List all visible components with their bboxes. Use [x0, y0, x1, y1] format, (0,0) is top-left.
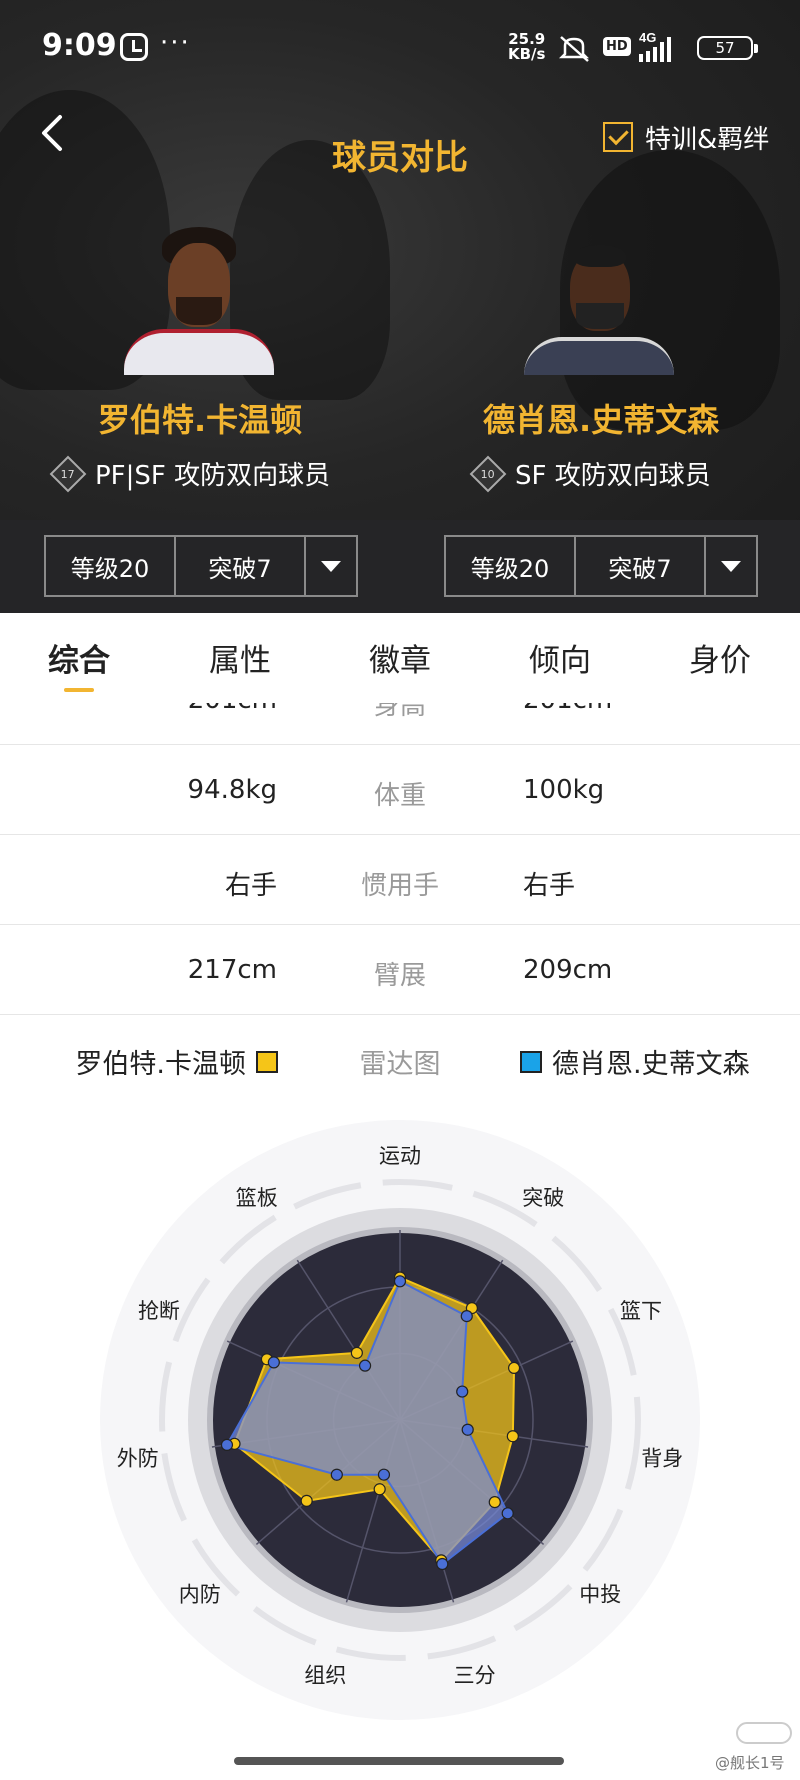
radar-axis-label: 内防 — [179, 1583, 221, 1607]
tab-indicator — [64, 688, 94, 692]
training-toggle[interactable]: 特训&羁绊 — [603, 120, 770, 155]
stat-label-wingspan: 臂展 — [373, 961, 426, 991]
radar-point-series2-8 — [220, 1438, 234, 1451]
player2-position: 10 SF 攻防双向球员 — [469, 455, 711, 492]
radar-point-series1-4 — [488, 1496, 501, 1509]
legend-player2-swatch — [520, 1050, 542, 1073]
radar-point-series2-6 — [377, 1468, 391, 1481]
player2-position-text: SF 攻防双向球员 — [515, 461, 711, 491]
tab-tendencies[interactable]: 倾向 — [505, 635, 615, 680]
radar-point-series2-2 — [456, 1385, 469, 1398]
player2-level[interactable]: 等级20 — [446, 537, 576, 595]
radar-point-series2-4 — [501, 1507, 514, 1520]
stat-row-weight: 94.8kg 体重 100kg — [0, 745, 800, 835]
radar-legend: 罗伯特.卡温顿 雷达图 德肖恩.史蒂文森 — [0, 1020, 800, 1100]
radar-point-series1-6 — [373, 1483, 386, 1496]
net-speed: 25.9 KB/s — [508, 32, 545, 62]
watermark: @舰长1号 — [715, 1754, 785, 1772]
player2-hand: 右手 — [523, 871, 576, 901]
tab-overview[interactable]: 综合 — [24, 635, 134, 680]
player2-name: 德肖恩.史蒂文森 — [483, 401, 720, 439]
radar-axis-label: 篮板 — [236, 1186, 278, 1210]
signal-icon: 4G — [639, 30, 671, 62]
status-bar: 9:09 ··· 25.9 KB/s HD 4G 57 — [0, 0, 800, 95]
selector-bar: 等级20 突破7 等级20 突破7 — [0, 520, 800, 613]
jersey-number-badge: 17 — [49, 455, 87, 492]
player1-name: 罗伯特.卡温顿 — [98, 401, 303, 439]
home-indicator[interactable] — [234, 1757, 564, 1765]
net-speed-unit: KB/s — [508, 45, 546, 63]
stat-label-hand: 惯用手 — [360, 871, 439, 901]
radar-point-series1-2 — [507, 1361, 521, 1375]
training-toggle-label: 特训&羁绊 — [645, 124, 770, 155]
legend-player2-name: 德肖恩.史蒂文森 — [552, 1049, 750, 1080]
stat-row-hand: 右手 惯用手 右手 — [0, 835, 800, 925]
radar-point-series1-7 — [300, 1494, 313, 1507]
player2-wingspan: 209cm — [523, 955, 613, 985]
player1-breakthrough[interactable]: 突破7 — [176, 537, 306, 595]
tab-attributes[interactable]: 属性 — [185, 635, 295, 680]
player2-dropdown[interactable] — [706, 537, 756, 595]
player1-position-text: PF|SF 攻防双向球员 — [95, 461, 331, 491]
radar-point-series1-3 — [506, 1430, 519, 1443]
status-time: 9:09 — [42, 28, 117, 63]
radar-axis-label: 抢断 — [138, 1299, 180, 1323]
legend-player2: 德肖恩.史蒂文森 — [520, 1042, 750, 1081]
network-type: 4G — [639, 30, 656, 45]
jersey-number-badge: 10 — [469, 455, 507, 492]
player-header: 9:09 ··· 25.9 KB/s HD 4G 57 球员对比 特训&羁绊 罗… — [0, 0, 800, 613]
player2-weight: 100kg — [523, 775, 605, 805]
player1-dropdown[interactable] — [306, 537, 356, 595]
battery-icon: 57 — [697, 36, 758, 60]
radar-point-series1-10 — [350, 1346, 363, 1359]
stat-row-wingspan: 217cm 臂展 209cm — [0, 925, 800, 1015]
radar-point-series2-10 — [358, 1359, 372, 1372]
jersey-number: 10 — [481, 467, 495, 480]
tab-value[interactable]: 身价 — [665, 635, 775, 680]
radar-axis-label: 突破 — [522, 1186, 564, 1210]
player2-breakthrough[interactable]: 突破7 — [576, 537, 706, 595]
player1-selector: 等级20 突破7 — [44, 535, 358, 597]
radar-axis-label: 背身 — [641, 1447, 683, 1471]
radar-chart: 运动突破篮下背身中投三分 组织 内防 外防 抢断 篮板 — [100, 1120, 700, 1720]
radar-axis-label: 三分 — [454, 1663, 496, 1687]
radar-point-series2-9 — [267, 1356, 280, 1369]
radar-axis-label: 外防 — [117, 1447, 159, 1471]
more-dots: ··· — [160, 28, 191, 58]
caret-down-icon[interactable] — [721, 560, 741, 572]
clock-icon — [120, 33, 148, 61]
jersey-number: 17 — [61, 467, 75, 480]
radar-point-series2-1 — [460, 1310, 473, 1323]
hd-icon: HD — [603, 37, 631, 56]
mute-icon — [558, 36, 590, 62]
tab-bar: 综合 属性 徽章 倾向 身价 — [0, 613, 800, 703]
radar-point-series2-5 — [436, 1557, 449, 1571]
caret-down-icon[interactable] — [321, 560, 341, 572]
radar-point-series2-0 — [393, 1275, 407, 1288]
player2-selector: 等级20 突破7 — [444, 535, 758, 597]
player2-avatar — [524, 225, 674, 375]
radar-axis-label: 篮下 — [620, 1299, 662, 1323]
player1-avatar — [124, 225, 274, 375]
stat-label-weight: 体重 — [373, 781, 426, 811]
player1-level[interactable]: 等级20 — [46, 537, 176, 595]
radar-axis-label: 组织 — [304, 1663, 346, 1687]
checkbox-checked-icon[interactable] — [603, 122, 633, 152]
watermark-logo — [736, 1722, 792, 1744]
tab-badges[interactable]: 徽章 — [345, 635, 455, 680]
radar-axis-label: 中投 — [579, 1583, 621, 1607]
player1-position: 17 PF|SF 攻防双向球员 — [49, 455, 331, 492]
radar-point-series2-3 — [461, 1423, 474, 1436]
radar-axis-label: 运动 — [379, 1144, 421, 1168]
radar-point-series2-7 — [330, 1468, 343, 1481]
